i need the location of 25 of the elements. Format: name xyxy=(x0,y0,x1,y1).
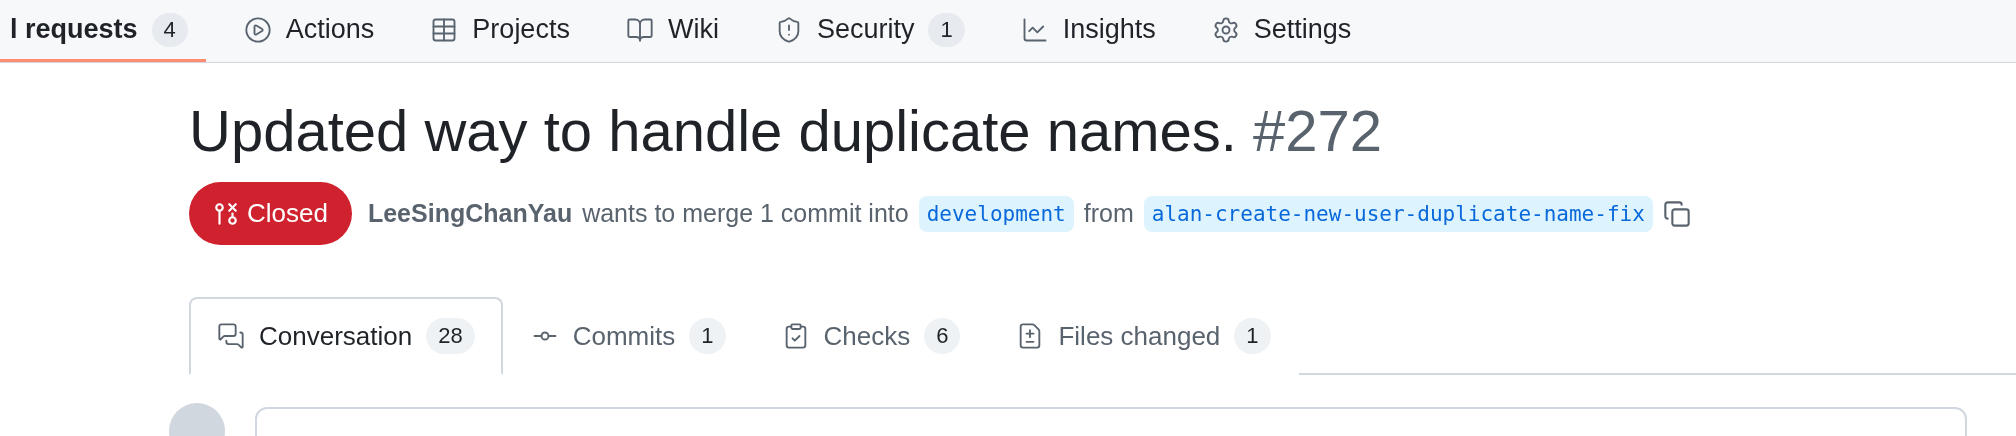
copy-icon[interactable] xyxy=(1662,199,1691,228)
merge-text: wants to merge 1 commit into xyxy=(582,199,909,229)
nav-tab[interactable]: Insights xyxy=(1002,0,1174,62)
state-badge: Closed xyxy=(189,182,352,246)
nav-tab[interactable]: l requests 4 xyxy=(0,0,206,62)
counter: 1 xyxy=(689,318,726,355)
pull-request-title: Updated way to handle duplicate names. #272 xyxy=(189,97,1384,165)
counter: 6 xyxy=(924,318,961,355)
nav-tab[interactable]: Projects xyxy=(412,0,588,62)
branch-link[interactable]: alan-create-new-user-duplicate-name-fix xyxy=(1143,195,1653,232)
nav-tab[interactable]: Wiki xyxy=(607,0,737,62)
chat-bubbles-icon xyxy=(217,322,245,351)
counter: 1 xyxy=(1234,318,1271,355)
counter: 4 xyxy=(151,12,188,47)
tab[interactable]: Conversation 28 xyxy=(189,297,503,376)
author-link[interactable]: LeeSingChanYau xyxy=(367,199,573,229)
nav-tab[interactable]: Security 1 xyxy=(756,0,983,62)
play-icon xyxy=(243,15,272,44)
from-text: from xyxy=(1083,199,1134,229)
branch-link[interactable]: development xyxy=(918,195,1074,232)
counter: 28 xyxy=(426,318,475,355)
nav-tab[interactable]: Settings xyxy=(1193,0,1370,62)
pull-request-icon xyxy=(213,200,239,227)
counter: 1 xyxy=(928,12,965,47)
nav-tab[interactable]: Actions xyxy=(225,0,393,62)
